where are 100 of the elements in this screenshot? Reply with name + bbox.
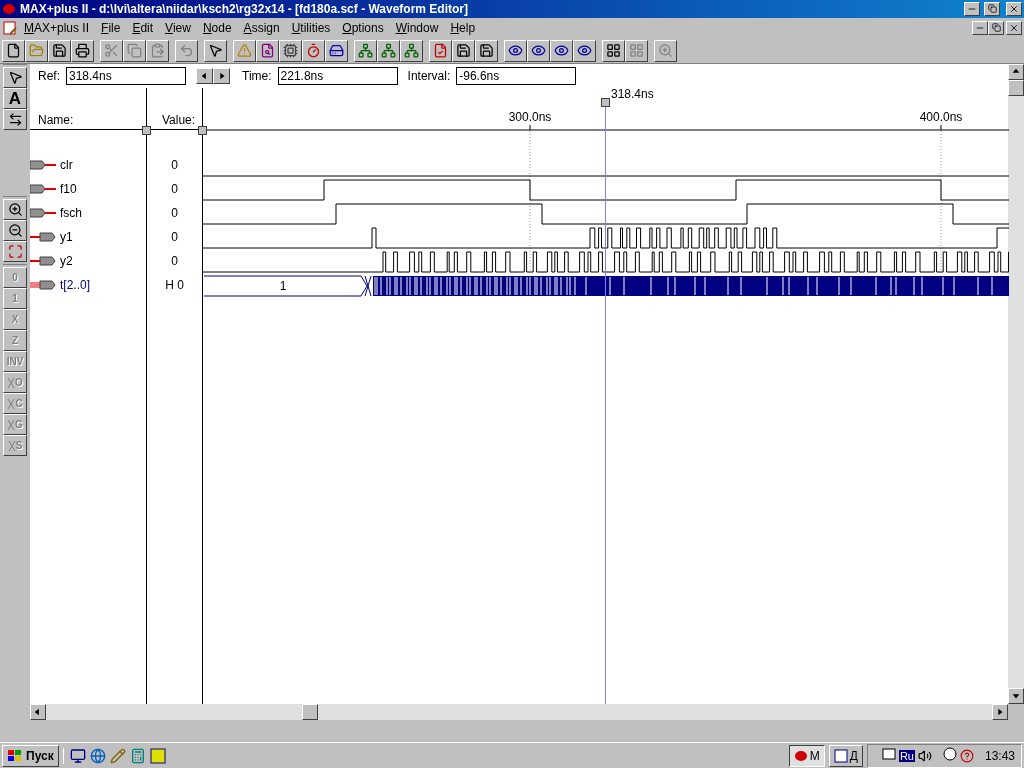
- vertical-scrollbar[interactable]: [1008, 64, 1024, 721]
- file-check-icon: [433, 43, 448, 59]
- toolbar-button[interactable]: [48, 39, 71, 62]
- drive-icon: [329, 43, 344, 59]
- scroll-right-button[interactable]: [992, 704, 1008, 721]
- copy-icon: [127, 43, 142, 59]
- folder-icon: [29, 43, 44, 59]
- tool-button[interactable]: [3, 67, 27, 89]
- help-icon[interactable]: [959, 748, 974, 763]
- desktop-icon[interactable]: [69, 747, 86, 764]
- menu-item[interactable]: Options: [336, 20, 390, 35]
- signal-name[interactable]: y1: [60, 230, 73, 245]
- toolbar-button[interactable]: [71, 39, 94, 62]
- toolbar-button[interactable]: [602, 39, 625, 62]
- menu-item[interactable]: MAX+plus II: [18, 20, 96, 35]
- toolbar-button[interactable]: [279, 39, 302, 62]
- toolbar-button[interactable]: [527, 39, 550, 62]
- toolbar-button[interactable]: [377, 39, 400, 62]
- document-icon: [833, 748, 848, 763]
- menu-item[interactable]: File: [95, 20, 127, 35]
- previous-transition-button[interactable]: [196, 68, 213, 85]
- ref-field[interactable]: 318.4ns: [66, 67, 186, 86]
- close-button[interactable]: [1006, 20, 1022, 35]
- output-pin-icon: [30, 232, 56, 243]
- menu-item[interactable]: Help: [444, 20, 482, 35]
- scroll-up-button[interactable]: [1008, 64, 1024, 81]
- menu-item[interactable]: Edit: [126, 20, 160, 35]
- toolbar-button[interactable]: [354, 39, 377, 62]
- interval-field[interactable]: -96.6ns: [456, 67, 577, 86]
- signal-name[interactable]: clr: [60, 158, 73, 173]
- language-indicator[interactable]: Ru: [898, 749, 915, 762]
- menu-item[interactable]: Node: [196, 20, 238, 35]
- taskbar-task[interactable]: Д: [828, 744, 863, 767]
- start-button[interactable]: Пуск: [2, 744, 59, 767]
- undo-icon: [179, 43, 194, 59]
- menu-item[interactable]: Utilities: [285, 20, 337, 35]
- next-transition-button[interactable]: [213, 68, 230, 85]
- calculator-icon[interactable]: [129, 747, 146, 764]
- hierarchy-icon: [381, 43, 396, 59]
- time-cursor[interactable]: [601, 98, 610, 705]
- toolbar-button[interactable]: [400, 39, 423, 62]
- signal-name[interactable]: y2: [60, 254, 73, 269]
- signal-name[interactable]: f10: [60, 182, 77, 197]
- menu-item[interactable]: Window: [389, 20, 445, 35]
- time-label: Time:: [242, 69, 272, 84]
- column-handle[interactable]: [198, 126, 207, 136]
- file-search-icon: [260, 43, 275, 59]
- tool-button[interactable]: [3, 109, 27, 131]
- time-scale-label: 400.0ns: [919, 110, 963, 125]
- toolbar-button[interactable]: [573, 39, 596, 62]
- clipboard-icon: [150, 43, 165, 59]
- scroll-thumb[interactable]: [1008, 80, 1024, 97]
- zoom-out-icon: [7, 223, 23, 239]
- tool-button[interactable]: A: [3, 88, 27, 110]
- value-column-header: Value:: [161, 113, 196, 128]
- close-icon: [1009, 3, 1019, 14]
- close-button[interactable]: [1006, 1, 1022, 16]
- scroll-thumb[interactable]: [302, 704, 318, 721]
- minimize-button[interactable]: [972, 20, 988, 35]
- signal-name[interactable]: fsch: [60, 206, 82, 221]
- time-field[interactable]: 221.8ns: [277, 67, 398, 86]
- bus-value: 1: [279, 279, 287, 294]
- tool-button[interactable]: [3, 220, 27, 242]
- new-file-icon: [6, 43, 21, 59]
- bus-shape-icon: [7, 418, 16, 431]
- bus-shape-icon: [7, 397, 16, 410]
- toolbar-button[interactable]: [302, 39, 325, 62]
- square-app-icon[interactable]: [149, 747, 166, 764]
- toolbar-button[interactable]: [233, 39, 256, 62]
- column-handle[interactable]: [142, 126, 151, 136]
- tool-button[interactable]: [3, 199, 27, 221]
- menu-item[interactable]: View: [159, 20, 197, 35]
- scroll-down-button[interactable]: [1008, 688, 1024, 705]
- toolbar-button[interactable]: [325, 39, 348, 62]
- hierarchy-icon: [404, 43, 419, 59]
- restore-button[interactable]: [984, 1, 1000, 16]
- signal-value: 0: [171, 206, 178, 221]
- toolbar-button[interactable]: [452, 39, 475, 62]
- menu-item[interactable]: Assign: [237, 20, 286, 35]
- app-chip-icon: [2, 2, 16, 15]
- toolbar-button[interactable]: [204, 39, 227, 62]
- toolbar-button[interactable]: [475, 39, 498, 62]
- minimize-button[interactable]: [964, 1, 980, 16]
- horizontal-scrollbar[interactable]: [30, 704, 1008, 721]
- toolbar-button[interactable]: [2, 39, 25, 62]
- input-pin-icon: [30, 208, 56, 219]
- scroll-left-button[interactable]: [30, 704, 46, 721]
- toolbar-button[interactable]: [25, 39, 48, 62]
- windows-logo-icon: [7, 748, 23, 763]
- toolbar-button[interactable]: [550, 39, 573, 62]
- tool-button[interactable]: [3, 241, 27, 263]
- toolbar-button[interactable]: [429, 39, 452, 62]
- restore-button[interactable]: [988, 20, 1004, 35]
- speaker-icon[interactable]: [917, 748, 932, 763]
- interval-label: Interval:: [407, 69, 451, 84]
- toolbar-button[interactable]: [504, 39, 527, 62]
- signal-name[interactable]: t[2..0]: [60, 278, 91, 293]
- pencil-icon[interactable]: [109, 747, 126, 764]
- toolbar-button[interactable]: [256, 39, 279, 62]
- taskbar-task[interactable]: M: [788, 744, 825, 767]
